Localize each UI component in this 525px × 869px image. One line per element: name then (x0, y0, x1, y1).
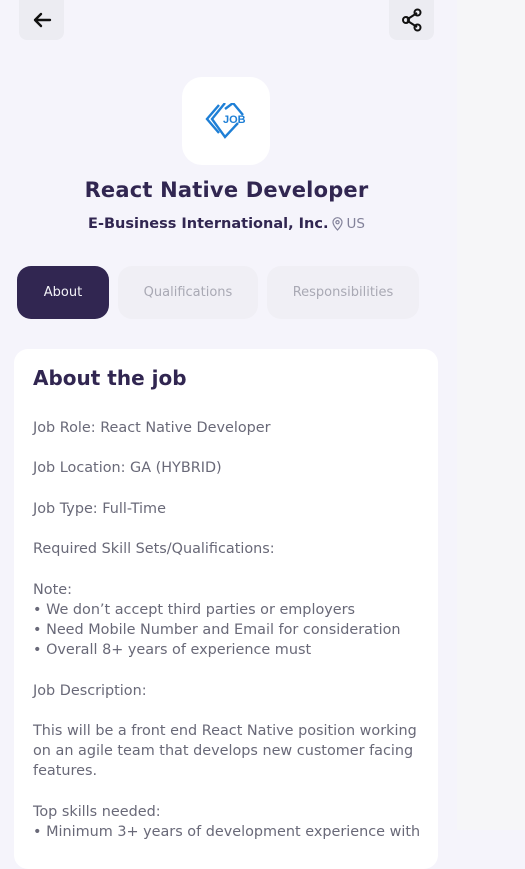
share-icon (401, 8, 421, 32)
about-body: Job Role: React Native Developer Job Loc… (33, 420, 421, 841)
back-button[interactable] (19, 0, 64, 40)
location: US (332, 216, 365, 232)
company-info: E-Business International, Inc. US (0, 216, 453, 232)
tab-qualifications[interactable]: Qualifications (118, 266, 258, 319)
about-heading: About the job (33, 366, 187, 390)
tab-responsibilities[interactable]: Responsibilities (267, 266, 419, 319)
tab-about[interactable]: About (17, 266, 109, 319)
share-button[interactable] (389, 0, 434, 40)
location-text: US (346, 216, 365, 232)
company-logo-icon: JOB (205, 103, 246, 139)
logo-text: JOB (223, 114, 246, 126)
location-pin-icon (332, 217, 344, 231)
company-name: E-Business International, Inc. (88, 216, 329, 232)
arrow-left-icon (33, 12, 51, 28)
job-title: React Native Developer (84, 178, 369, 202)
about-card: About the job Job Role: React Native Dev… (14, 349, 438, 869)
right-edge-strip (457, 0, 525, 830)
company-logo: JOB (182, 77, 270, 165)
